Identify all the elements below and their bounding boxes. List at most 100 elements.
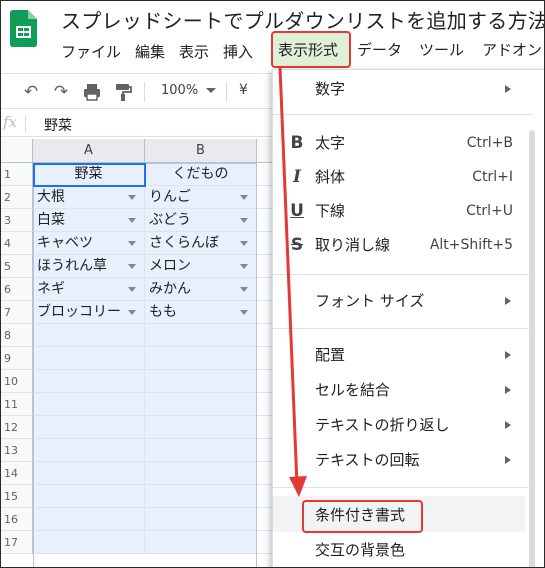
- menu-view[interactable]: 表示: [179, 41, 209, 65]
- cell-a14[interactable]: [33, 462, 145, 485]
- menu-item-align[interactable]: 配置: [273, 338, 533, 372]
- select-all-corner[interactable]: [1, 139, 33, 163]
- cell-b7[interactable]: もも: [145, 301, 257, 324]
- cell-b1[interactable]: くだもの: [145, 163, 257, 186]
- currency-format-button[interactable]: ¥: [239, 82, 248, 98]
- menu-item-italic[interactable]: I 斜体 Ctrl+I: [273, 160, 533, 194]
- cell-b8[interactable]: [145, 324, 257, 347]
- cell-a17[interactable]: [33, 531, 145, 554]
- menu-addons[interactable]: アドオン: [482, 39, 542, 61]
- dropdown-arrow-icon[interactable]: [240, 241, 248, 246]
- cell-b12[interactable]: [145, 416, 257, 439]
- cell-b17[interactable]: [145, 531, 257, 554]
- menu-item-merge[interactable]: セルを結合: [273, 373, 533, 407]
- dropdown-arrow-icon[interactable]: [240, 218, 248, 223]
- row-header[interactable]: 10: [1, 370, 33, 393]
- row-header[interactable]: 13: [1, 439, 33, 462]
- menu-edit[interactable]: 編集: [135, 41, 165, 65]
- cell-b9[interactable]: [145, 347, 257, 370]
- cell-b16[interactable]: [145, 508, 257, 531]
- menu-item-bold[interactable]: B 太字 Ctrl+B: [273, 126, 533, 160]
- row-header[interactable]: 6: [1, 278, 33, 301]
- chevron-down-icon[interactable]: [206, 88, 216, 93]
- formula-input[interactable]: 野菜: [44, 115, 72, 135]
- cell-a3[interactable]: 白菜: [33, 209, 145, 232]
- cell-b10[interactable]: [145, 370, 257, 393]
- row-header[interactable]: 16: [1, 508, 33, 531]
- undo-icon[interactable]: ↶: [21, 82, 41, 102]
- paint-format-icon[interactable]: [113, 82, 133, 102]
- column-header-a[interactable]: A: [33, 139, 145, 163]
- cell-b6[interactable]: みかん: [145, 278, 257, 301]
- menu-item-alternating-colors[interactable]: 交互の背景色: [273, 533, 533, 567]
- menu-insert[interactable]: 挿入: [223, 41, 253, 65]
- dropdown-arrow-icon[interactable]: [128, 264, 136, 269]
- dropdown-arrow-icon[interactable]: [128, 287, 136, 292]
- menu-divider: [273, 274, 533, 275]
- cell-a8[interactable]: [33, 324, 145, 347]
- document-title[interactable]: スプレッドシートでプルダウンリストを追加する方法: [61, 5, 544, 34]
- menu-item-underline[interactable]: U 下線 Ctrl+U: [273, 194, 533, 228]
- menu-item-wrap[interactable]: テキストの折り返し: [273, 408, 533, 442]
- cell-a10[interactable]: [33, 370, 145, 393]
- row-header[interactable]: 5: [1, 255, 33, 278]
- cell-b5[interactable]: メロン: [145, 255, 257, 278]
- dropdown-arrow-icon[interactable]: [240, 287, 248, 292]
- cell-a6[interactable]: ネギ: [33, 278, 145, 301]
- row-header[interactable]: 11: [1, 393, 33, 416]
- row-header[interactable]: 1: [1, 163, 33, 186]
- cell-a4[interactable]: キャベツ: [33, 232, 145, 255]
- sheets-logo-icon[interactable]: [10, 10, 37, 47]
- menu-scrollbar[interactable]: [529, 130, 535, 567]
- cell-a1[interactable]: 野菜: [33, 163, 145, 186]
- dropdown-arrow-icon[interactable]: [128, 195, 136, 200]
- cell-a9[interactable]: [33, 347, 145, 370]
- menu-file[interactable]: ファイル: [61, 41, 121, 65]
- dropdown-arrow-icon[interactable]: [240, 195, 248, 200]
- cell-b13[interactable]: [145, 439, 257, 462]
- row-header[interactable]: 8: [1, 324, 33, 347]
- menu-item-font-size[interactable]: フォント サイズ: [273, 284, 533, 318]
- cell-a13[interactable]: [33, 439, 145, 462]
- cell-b3[interactable]: ぶどう: [145, 209, 257, 232]
- row-header[interactable]: 2: [1, 186, 33, 209]
- cell-a11[interactable]: [33, 393, 145, 416]
- menu-item-number[interactable]: 数字: [273, 72, 533, 106]
- menu-item-strikethrough[interactable]: S 取り消し線 Alt+Shift+5: [273, 228, 533, 262]
- cell-value: ネギ: [37, 281, 65, 297]
- column-header-b[interactable]: B: [145, 139, 257, 163]
- cell-a16[interactable]: [33, 508, 145, 531]
- row-header[interactable]: 12: [1, 416, 33, 439]
- menu-tools[interactable]: ツール: [419, 39, 464, 61]
- dropdown-arrow-icon[interactable]: [128, 241, 136, 246]
- row-header[interactable]: 17: [1, 531, 33, 554]
- dropdown-arrow-icon[interactable]: [240, 310, 248, 315]
- menu-format[interactable]: 表示形式: [278, 39, 338, 61]
- cell-b4[interactable]: さくらんぼ: [145, 232, 257, 255]
- cell-a15[interactable]: [33, 485, 145, 508]
- cell-a5[interactable]: ほうれん草: [33, 255, 145, 278]
- cell-a12[interactable]: [33, 416, 145, 439]
- row-header[interactable]: 3: [1, 209, 33, 232]
- zoom-select[interactable]: 100%: [161, 83, 198, 98]
- menu-data[interactable]: データ: [357, 39, 402, 61]
- redo-icon[interactable]: ↷: [51, 82, 71, 102]
- shortcut-label: Ctrl+U: [466, 203, 513, 219]
- row-header[interactable]: 14: [1, 462, 33, 485]
- cell-b15[interactable]: [145, 485, 257, 508]
- print-icon[interactable]: [82, 82, 102, 102]
- row-header[interactable]: 4: [1, 232, 33, 255]
- cell-a2[interactable]: 大根: [33, 186, 145, 209]
- cell-b2[interactable]: りんご: [145, 186, 257, 209]
- cell-b11[interactable]: [145, 393, 257, 416]
- cell-b14[interactable]: [145, 462, 257, 485]
- row-header[interactable]: 15: [1, 485, 33, 508]
- shortcut-label: Alt+Shift+5: [429, 237, 513, 253]
- dropdown-arrow-icon[interactable]: [128, 310, 136, 315]
- cell-a7[interactable]: ブロッコリー: [33, 301, 145, 324]
- dropdown-arrow-icon[interactable]: [128, 218, 136, 223]
- menu-item-rotate[interactable]: テキストの回転: [273, 443, 533, 477]
- row-header[interactable]: 7: [1, 301, 33, 324]
- dropdown-arrow-icon[interactable]: [240, 264, 248, 269]
- row-header[interactable]: 9: [1, 347, 33, 370]
